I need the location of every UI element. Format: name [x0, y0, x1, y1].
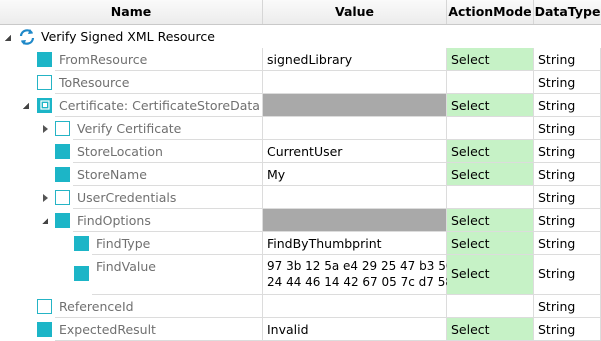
actionmode-select[interactable]: Select — [447, 255, 534, 295]
tree-root-row[interactable]: Verify Signed XML Resource — [0, 25, 601, 48]
datatype-cell: String — [534, 209, 601, 232]
param-value[interactable]: FindByThumbprint — [263, 232, 447, 255]
param-value-line: 97 3b 12 5a e4 29 25 47 b3 50 — [267, 259, 454, 273]
param-enabled-checkbox[interactable] — [55, 167, 70, 182]
expand-arrow-icon[interactable] — [43, 125, 48, 133]
collapse-arrow-icon[interactable] — [42, 218, 48, 224]
param-row-certificate[interactable]: Certificate: CertificateStoreData Select… — [0, 94, 601, 117]
param-name: ReferenceId — [59, 299, 134, 314]
param-name: FindValue — [96, 259, 156, 274]
column-header-actionmode[interactable]: ActionMode — [447, 0, 534, 24]
refresh-icon — [19, 29, 35, 45]
param-name: FindOptions — [77, 213, 151, 228]
param-enabled-checkbox[interactable] — [37, 52, 52, 67]
param-value[interactable] — [263, 117, 447, 140]
param-value[interactable]: 97 3b 12 5a e4 29 25 47 b3 50 24 44 46 1… — [263, 255, 454, 295]
actionmode-select[interactable] — [447, 117, 534, 140]
param-name: ExpectedResult — [59, 322, 156, 337]
param-value[interactable]: signedLibrary — [263, 48, 447, 71]
param-name: ToResource — [59, 75, 130, 90]
tree-root-label: Verify Signed XML Resource — [41, 29, 215, 44]
actionmode-label: Select — [451, 266, 490, 281]
actionmode-select[interactable] — [447, 295, 534, 318]
datatype-cell: String — [534, 163, 601, 186]
param-name: StoreLocation — [77, 144, 163, 159]
param-value[interactable] — [263, 71, 447, 94]
param-enabled-checkbox[interactable] — [37, 75, 52, 90]
param-row-usercredentials[interactable]: UserCredentials String — [0, 186, 601, 209]
param-row-verify-certificate[interactable]: Verify Certificate String — [0, 117, 601, 140]
param-enabled-checkbox[interactable] — [37, 322, 52, 337]
param-value[interactable] — [263, 295, 447, 318]
collapse-arrow-icon[interactable] — [5, 35, 11, 41]
param-value-line: 24 44 46 14 42 67 05 7c d7 58 — [267, 275, 453, 289]
actionmode-select[interactable]: Select — [447, 48, 534, 71]
datatype-cell: String — [534, 117, 601, 140]
actionmode-select[interactable]: Select — [447, 318, 534, 341]
datatype-cell: String — [534, 295, 601, 318]
param-name: Verify Certificate — [77, 121, 182, 136]
param-enabled-checkbox[interactable] — [74, 266, 89, 281]
param-enabled-checkbox[interactable] — [55, 213, 70, 228]
param-row-findvalue[interactable]: FindValue 97 3b 12 5a e4 29 25 47 b3 50 … — [0, 255, 601, 295]
collapse-arrow-icon[interactable] — [23, 103, 29, 109]
actionmode-select[interactable] — [447, 186, 534, 209]
actionmode-select[interactable]: Select — [447, 209, 534, 232]
param-value[interactable]: Invalid — [263, 318, 447, 341]
param-row-referenceid[interactable]: ReferenceId String — [0, 295, 601, 318]
param-row-findtype[interactable]: FindType FindByThumbprint Select String — [0, 232, 601, 255]
param-name: FindType — [96, 236, 151, 251]
actionmode-select[interactable] — [447, 71, 534, 94]
datatype-cell: String — [534, 94, 601, 117]
column-header-name[interactable]: Name — [0, 0, 263, 24]
actionmode-select[interactable]: Select — [447, 94, 534, 117]
datatype-cell: String — [534, 140, 601, 163]
param-name: StoreName — [77, 167, 147, 182]
param-enabled-checkbox[interactable] — [74, 236, 89, 251]
actionmode-select[interactable]: Select — [447, 163, 534, 186]
param-name: UserCredentials — [77, 190, 177, 205]
param-value-disabled — [263, 209, 447, 232]
param-enabled-checkbox[interactable] — [55, 121, 70, 136]
object-type-icon — [40, 100, 50, 110]
param-row-toresource[interactable]: ToResource String — [0, 71, 601, 94]
param-row-findoptions[interactable]: FindOptions Select String — [0, 209, 601, 232]
param-name: Certificate: CertificateStoreData — [59, 98, 260, 113]
column-header-value[interactable]: Value — [263, 0, 447, 24]
expand-arrow-icon[interactable] — [43, 194, 48, 202]
datatype-cell: String — [534, 318, 601, 341]
parameter-grid: Name Value ActionMode DataType Verify Si… — [0, 0, 601, 341]
actionmode-select[interactable]: Select — [447, 232, 534, 255]
param-enabled-checkbox[interactable] — [37, 98, 52, 113]
datatype-cell: String — [534, 71, 601, 94]
param-row-fromresource[interactable]: FromResource signedLibrary Select String — [0, 48, 601, 71]
param-value[interactable]: My — [263, 163, 447, 186]
column-header-datatype[interactable]: DataType — [534, 0, 601, 24]
datatype-cell: String — [534, 186, 601, 209]
param-value[interactable] — [263, 186, 447, 209]
datatype-cell: String — [538, 266, 576, 281]
actionmode-select[interactable]: Select — [447, 140, 534, 163]
param-enabled-checkbox[interactable] — [37, 299, 52, 314]
param-row-storelocation[interactable]: StoreLocation CurrentUser Select String — [0, 140, 601, 163]
param-value-disabled — [263, 94, 447, 117]
datatype-cell: String — [534, 48, 601, 71]
param-row-expectedresult[interactable]: ExpectedResult Invalid Select String — [0, 318, 601, 341]
param-enabled-checkbox[interactable] — [55, 144, 70, 159]
param-row-storename[interactable]: StoreName My Select String — [0, 163, 601, 186]
param-name: FromResource — [59, 52, 148, 67]
datatype-cell: String — [534, 232, 601, 255]
param-value[interactable]: CurrentUser — [263, 140, 447, 163]
grid-header: Name Value ActionMode DataType — [0, 0, 601, 25]
param-enabled-checkbox[interactable] — [55, 190, 70, 205]
